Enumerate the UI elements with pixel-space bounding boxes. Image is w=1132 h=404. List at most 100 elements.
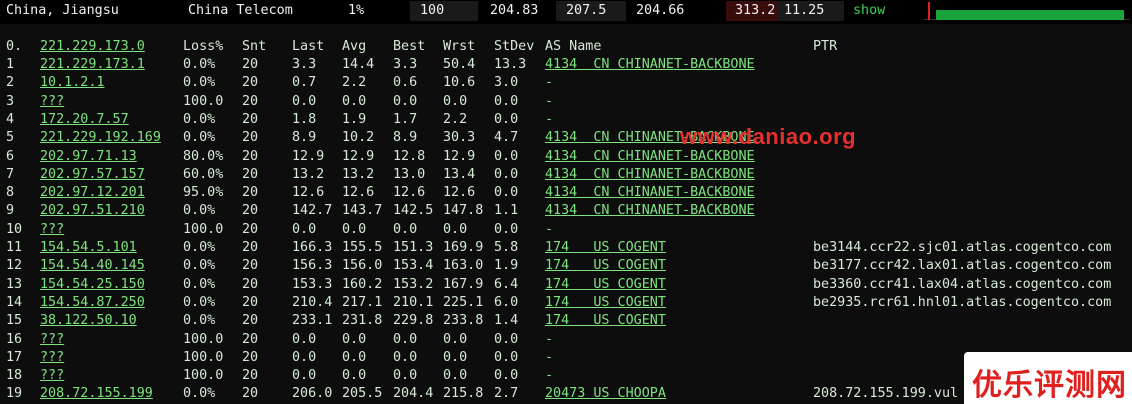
cell-hop: 5 [6, 130, 15, 146]
cell-hop: 8 [6, 185, 15, 201]
cell-hop: 3 [6, 93, 15, 109]
cell-wrst: 0.0 [443, 93, 468, 109]
header-as: AS Name [545, 39, 602, 54]
cell-host[interactable]: 154.54.25.150 [40, 276, 145, 294]
cell-best: 151.3 [393, 240, 434, 255]
cell-avg: 0.0 [342, 93, 367, 109]
summary-last: 204.83 [490, 3, 539, 18]
header-ptr: PTR [813, 39, 838, 54]
cell-host[interactable]: 221.229.173.1 [40, 56, 145, 74]
cell-host[interactable]: 154.54.87.250 [40, 294, 145, 312]
cell-as[interactable]: 20473 US CHOOPA [545, 385, 666, 403]
cell-wrst: 13.4 [443, 166, 476, 182]
table-row: 3??? 100.0 20 0.0 0.0 0.0 0.0 0.0 - [0, 93, 1132, 111]
cell-hop: 14 [6, 294, 23, 310]
cell-loss: 60.0% [183, 166, 224, 182]
cell-as: - [545, 93, 554, 109]
cell-as[interactable]: 4134 CN CHINANET-BACKBONE [545, 148, 755, 166]
cell-as[interactable]: 4134 CN CHINANET-BACKBONE [545, 56, 755, 74]
table-row: 19 208.72.155.199 0.0% 20 206.0 205.5 204.4 215… [0, 385, 1132, 403]
cell-host[interactable]: 10.1.2.1 [40, 74, 105, 92]
cell-last: 0.0 [292, 221, 317, 237]
cell-hop: 9 [6, 203, 15, 219]
cell-snt: 20 [242, 349, 259, 365]
cell-snt: 20 [242, 130, 259, 146]
cell-snt: 20 [242, 111, 259, 127]
cell-wrst: 0.0 [443, 349, 468, 365]
cell-loss: 100.0 [183, 349, 224, 365]
cell-as[interactable]: 174 US COGENT [545, 312, 666, 330]
site-logo: 优乐评测网 [964, 352, 1132, 404]
cell-best: 0.0 [393, 331, 418, 347]
cell-best: 229.8 [393, 313, 434, 329]
cell-avg: 0.0 [342, 368, 367, 384]
cell-as[interactable]: 174 US COGENT [545, 257, 666, 275]
cell-as: - [545, 349, 554, 365]
cell-hop: 15 [6, 313, 23, 329]
cell-hop: 12 [6, 258, 23, 274]
cell-as: - [545, 75, 554, 91]
summary-loss: 1% [348, 3, 365, 18]
cell-hop: 7 [6, 166, 15, 182]
cell-host[interactable]: 172.20.7.57 [40, 111, 129, 129]
cell-host[interactable]: 202.97.12.201 [40, 184, 145, 202]
cell-avg: 217.1 [342, 294, 383, 310]
cell-as[interactable]: 4134 CN CHINANET-BACKBONE [545, 184, 755, 202]
cell-host: ??? [40, 221, 65, 237]
cell-last: 206.0 [292, 386, 333, 402]
cell-avg: 231.8 [342, 313, 383, 329]
cell-stdev: 0.0 [494, 93, 519, 109]
cell-as: - [545, 221, 554, 237]
cell-last: 166.3 [292, 240, 333, 255]
cell-wrst: 12.9 [443, 148, 476, 164]
cell-host[interactable]: 202.97.57.157 [40, 166, 145, 184]
cell-snt: 20 [242, 93, 259, 109]
cell-snt: 20 [242, 276, 259, 292]
cell-as[interactable]: 174 US COGENT [545, 239, 666, 257]
cell-host[interactable]: 154.54.5.101 [40, 239, 137, 257]
table-row: 1 221.229.173.1 0.0% 20 3.3 14.4 3.3 50.4 13.3 41… [0, 56, 1132, 74]
cell-as[interactable]: 174 US COGENT [545, 294, 666, 312]
table-row: 11 154.54.5.101 0.0% 20 166.3 155.5 151.3 169.9… [0, 239, 1132, 257]
cell-as[interactable]: 4134 CN CHINANET-BACKBONE [545, 202, 755, 220]
header-host[interactable]: 221.229.173.0 [40, 38, 145, 56]
cell-as[interactable]: 4134 CN CHINANET-BACKBONE [545, 166, 755, 184]
cell-host[interactable]: 202.97.71.13 [40, 148, 137, 166]
cell-host[interactable]: 38.122.50.10 [40, 312, 137, 330]
cell-hop: 10 [6, 221, 23, 237]
show-button[interactable]: show [853, 3, 885, 18]
cell-wrst: 0.0 [443, 368, 468, 384]
cell-stdev: 0.0 [494, 166, 519, 182]
cell-snt: 20 [242, 221, 259, 237]
cell-stdev: 0.0 [494, 331, 519, 347]
cell-last: 13.2 [292, 166, 325, 182]
cell-stdev: 13.3 [494, 57, 527, 72]
cell-loss: 0.0% [183, 240, 216, 255]
cell-snt: 20 [242, 294, 259, 310]
cell-last: 0.0 [292, 331, 317, 347]
cell-host[interactable]: 202.97.51.210 [40, 202, 145, 220]
table-row: 7 202.97.57.157 60.0% 20 13.2 13.2 13.0 13.4 0.0… [0, 166, 1132, 184]
table-row: 17??? 100.0 20 0.0 0.0 0.0 0.0 0.0 - [0, 349, 1132, 367]
cell-stdev: 2.7 [494, 386, 519, 402]
cell-stdev: 6.4 [494, 276, 519, 292]
cell-host[interactable]: 154.54.40.145 [40, 257, 145, 275]
cell-avg: 0.0 [342, 349, 367, 365]
cell-stdev: 0.0 [494, 221, 519, 237]
summary-bar: China, Jiangsu China Telecom 1% 100 204.… [0, 0, 1132, 22]
table-row: 5 221.229.192.169 0.0% 20 8.9 10.2 8.9 30.3 4.7 4… [0, 129, 1132, 147]
cell-as[interactable]: 174 US COGENT [545, 276, 666, 294]
cell-host[interactable]: 208.72.155.199 [40, 385, 153, 403]
cell-snt: 20 [242, 166, 259, 182]
cell-loss: 0.0% [183, 57, 216, 72]
cell-avg: 12.6 [342, 185, 375, 201]
summary-stdev: 11.25 [784, 3, 825, 18]
cell-host: ??? [40, 368, 65, 384]
cell-last: 0.0 [292, 368, 317, 384]
cell-best: 3.3 [393, 57, 418, 72]
cell-host[interactable]: 221.229.192.169 [40, 129, 161, 147]
cell-stdev: 1.9 [494, 258, 519, 274]
cell-loss: 0.0% [183, 203, 216, 219]
cell-wrst: 225.1 [443, 294, 484, 310]
cell-loss: 0.0% [183, 258, 216, 274]
